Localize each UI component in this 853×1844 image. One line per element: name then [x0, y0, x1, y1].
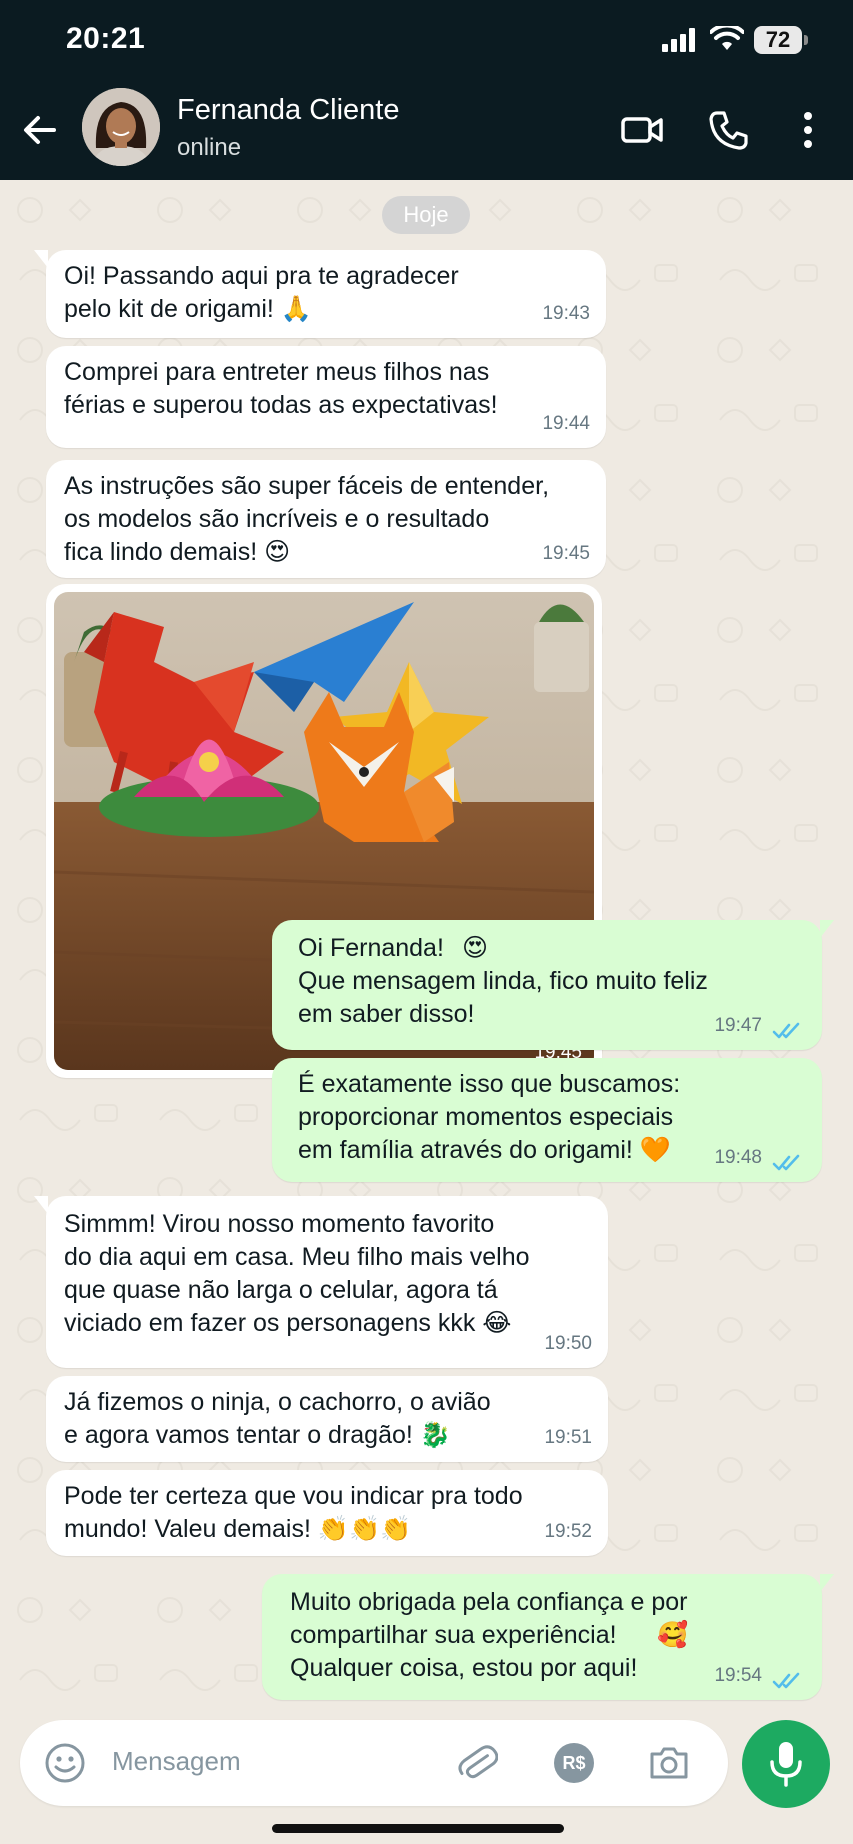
contact-status: online: [177, 134, 242, 161]
microphone-icon: [770, 1742, 802, 1787]
dragon-emoji: 🐉: [419, 1421, 451, 1449]
outgoing-message[interactable]: Oi Fernanda! Que mensagem linda, fico mu…: [272, 920, 834, 1050]
laughing-emoji: 😂: [482, 1309, 512, 1337]
emoji-icon[interactable]: [44, 1742, 86, 1784]
message-placeholder: Mensagem: [112, 1746, 241, 1776]
message-time: 19:45: [542, 543, 590, 564]
camera-icon[interactable]: [648, 1744, 690, 1782]
status-time: 20:21: [66, 22, 146, 55]
video-call-icon[interactable]: [620, 108, 664, 152]
message-text: É exatamente isso que buscamos: proporci…: [298, 1070, 681, 1164]
attach-icon[interactable]: [456, 1742, 498, 1784]
message-time: 19:50: [544, 1333, 592, 1354]
smiling-hearts-emoji: 🥰: [657, 1621, 689, 1649]
message-time: 19:48: [714, 1147, 762, 1168]
folded-hands-emoji: 🙏: [280, 295, 312, 323]
outgoing-message[interactable]: Muito obrigada pela confiança e por comp…: [262, 1574, 834, 1700]
message-text: Muito obrigada pela confiança e por comp…: [290, 1588, 688, 1682]
status-bar: 20:21 72: [0, 0, 853, 80]
home-indicator: [272, 1824, 564, 1833]
message-time: 19:44: [542, 413, 590, 434]
message-text: Comprei para entreter meus filhos nas fé…: [64, 358, 498, 419]
message-composer: Mensagem R$: [0, 1720, 853, 1844]
message-text: Oi! Passando aqui pra te agradecer pelo …: [64, 262, 459, 323]
more-options-icon[interactable]: [796, 108, 820, 152]
chat-area[interactable]: Hoje Oi! Passando aqui pra te agradecer …: [0, 180, 853, 1720]
message-text: As instruções são super fáceis de entend…: [64, 472, 550, 566]
incoming-message[interactable]: Comprei para entreter meus filhos nas fé…: [46, 346, 606, 448]
payment-icon[interactable]: R$: [554, 1743, 594, 1783]
message-time: 19:54: [714, 1665, 762, 1686]
message-time: 19:43: [542, 303, 590, 324]
wifi-icon: [710, 26, 744, 50]
heart-eyes-emoji: 😍: [462, 934, 489, 962]
message-time: 19:47: [714, 1015, 762, 1036]
chat-header: Fernanda Cliente online: [0, 80, 853, 180]
read-receipt-icon: [772, 1672, 800, 1689]
incoming-message[interactable]: Oi! Passando aqui pra te agradecer pelo …: [34, 250, 606, 338]
incoming-message[interactable]: Simmm! Virou nosso momento favorito do d…: [34, 1196, 608, 1368]
avatar[interactable]: [82, 88, 160, 166]
contact-name[interactable]: Fernanda Cliente: [177, 94, 399, 127]
message-text: Simmm! Virou nosso momento favorito do d…: [64, 1210, 530, 1337]
battery-indicator: 72: [754, 26, 802, 54]
message-time: 19:52: [544, 1521, 592, 1542]
back-arrow-icon[interactable]: [18, 108, 62, 152]
battery-tip: [804, 35, 808, 45]
orange-heart-emoji: 🧡: [639, 1136, 671, 1164]
incoming-message[interactable]: As instruções são super fáceis de entend…: [46, 460, 606, 578]
phone-call-icon[interactable]: [707, 108, 751, 152]
incoming-message[interactable]: Já fizemos o ninja, o cachorro, o avião …: [46, 1376, 608, 1462]
read-receipt-icon: [772, 1154, 800, 1171]
message-input[interactable]: Mensagem R$: [20, 1720, 728, 1806]
outgoing-message[interactable]: É exatamente isso que buscamos: proporci…: [272, 1058, 822, 1182]
message-time: 19:51: [544, 1427, 592, 1448]
voice-message-button[interactable]: [742, 1720, 830, 1808]
heart-eyes-emoji: 😍: [264, 538, 291, 566]
cellular-signal-icon: [662, 28, 695, 52]
read-receipt-icon: [772, 1022, 800, 1039]
incoming-message[interactable]: Pode ter certeza que vou indicar pra tod…: [46, 1470, 608, 1556]
date-divider: Hoje: [382, 196, 470, 234]
message-text: Pode ter certeza que vou indicar pra tod…: [64, 1482, 523, 1543]
message-text: Oi Fernanda! Que mensagem linda, fico mu…: [298, 934, 708, 1028]
clapping-hands-emoji: 👏👏👏: [317, 1515, 412, 1543]
